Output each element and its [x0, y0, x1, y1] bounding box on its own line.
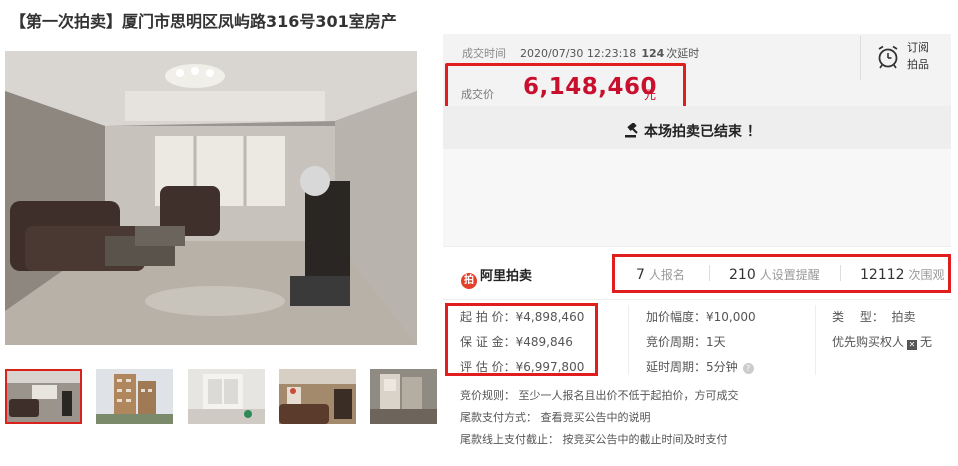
views-count: 12112 [860, 267, 905, 283]
bidding-period: 竞价周期：1天 [646, 335, 726, 349]
help-icon[interactable]: ? [742, 363, 754, 374]
auction-ended-text: 本场拍卖已结束 ！ [644, 124, 761, 140]
stat-divider [709, 265, 710, 281]
thumbnail-2[interactable] [96, 369, 173, 424]
column-divider [815, 305, 816, 375]
start-price: 起 拍 价：¥4,898,460 [460, 310, 585, 324]
type-label: 类 型： [832, 310, 884, 324]
thumbnail-3[interactable] [188, 369, 265, 424]
deal-price-unit: 元 [644, 88, 657, 102]
ali-logo-text: 阿里拍卖 [480, 269, 533, 284]
payment-method: 尾款支付方式： 查看竞买公告中的说明 [460, 411, 651, 424]
views-label: 次围观 [908, 268, 945, 282]
signups-label: 人报名 [648, 268, 685, 282]
stat-divider [840, 265, 841, 281]
content-placeholder [443, 149, 951, 246]
type-value: 拍卖 [891, 310, 916, 324]
delay-label: 次延时 [666, 47, 700, 60]
auction-ended-status: 本场拍卖已结束 ！ [624, 121, 761, 142]
type-row: 类 型： 拍卖 [832, 308, 915, 325]
priority-label: 优先购买权人 [832, 335, 905, 349]
page-title: 【第一次拍卖】厦门市思明区凤屿路316号301室房产 [10, 12, 397, 31]
stat-views: 12112 次围观 [860, 266, 945, 283]
thumbnail-4[interactable] [279, 369, 356, 424]
stat-reminders: 210 人设置提醒 [729, 266, 820, 283]
deposit: 保 证 金：¥489,846 [460, 335, 573, 349]
payment-deadline: 尾款线上支付截止： 按竞买公告中的截止时间及时支付 [460, 433, 728, 446]
thumbnail-5[interactable] [370, 369, 447, 424]
ali-logo-icon: 拍 [461, 273, 477, 289]
signups-count: 7 [636, 267, 645, 283]
priority-value: 无 [920, 335, 933, 349]
stat-signups: 7 人报名 [636, 266, 685, 283]
deal-price-label: 成交价 [461, 88, 494, 101]
thumbnail-strip [5, 369, 437, 424]
bidding-rule: 竞价规则： 至少一人报名且出价不低于起拍价，方可成交 [460, 389, 739, 402]
delay-period-row: 延时周期：5分钟? [646, 358, 754, 375]
delay-count: 124 [641, 47, 665, 60]
priority-row: 优先购买权人 ✕ 无 [832, 333, 932, 350]
alarm-clock-icon [877, 45, 899, 73]
subscribe-label: 订阅拍品 [907, 41, 929, 71]
delay-period: 延时周期：5分钟 [646, 360, 738, 374]
deal-price-value: 6,148,460 [523, 74, 657, 100]
subscribe-button[interactable]: 订阅拍品 [860, 36, 951, 80]
hammer-icon [624, 122, 640, 142]
reminders-label: 人设置提醒 [759, 268, 820, 282]
ali-auction-logo: 拍阿里拍卖 [461, 265, 532, 289]
deal-time-row: 成交时间 2020/07/30 12:23:18 124 次延时 [462, 45, 699, 61]
bid-increment: 加价幅度：¥10,000 [646, 310, 756, 324]
deal-time-value: 2020/07/30 12:23:18 [520, 47, 637, 60]
thumbnail-1[interactable] [5, 369, 82, 424]
reminders-count: 210 [729, 267, 756, 283]
deal-time-label: 成交时间 [462, 47, 506, 60]
appraisal-price: 评 估 价：¥6,997,800 [460, 360, 585, 374]
column-divider [628, 305, 629, 375]
main-photo[interactable] [5, 51, 417, 345]
checkbox-icon: ✕ [907, 340, 918, 350]
